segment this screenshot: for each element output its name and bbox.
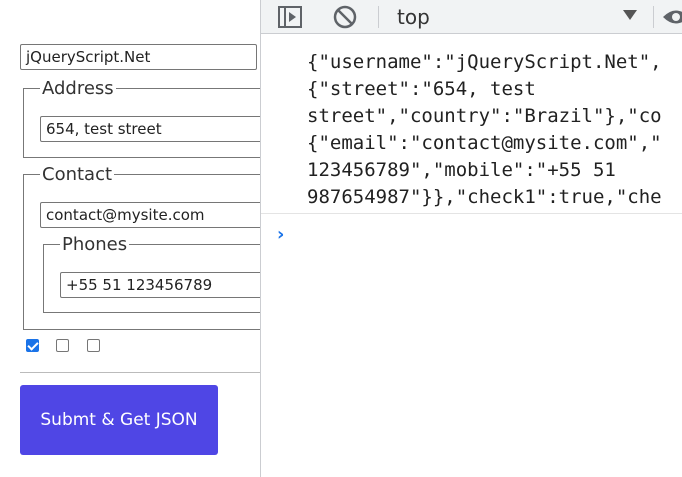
console-divider: [261, 213, 682, 214]
console-prompt-icon[interactable]: ›: [277, 224, 284, 245]
contact-legend: Contact: [40, 164, 115, 185]
console-line: street","country":"Brazil"},"co: [307, 105, 662, 127]
check2-checkbox[interactable]: [56, 339, 69, 352]
console-toolbar: top: [261, 0, 682, 34]
context-selector[interactable]: top: [397, 4, 430, 30]
submit-button[interactable]: Submt & Get JSON: [20, 385, 218, 455]
eye-icon[interactable]: [661, 8, 682, 26]
console-line: {"username":"jQueryScript.Net",: [307, 51, 662, 73]
divider: [20, 372, 260, 373]
check3-checkbox[interactable]: [87, 339, 100, 352]
devtools-panel: top {"username":"jQueryScript.Net", {"st…: [260, 0, 682, 477]
check1-checkbox[interactable]: [26, 339, 39, 352]
console-line: {"email":"contact@mysite.com",": [307, 132, 662, 154]
toolbar-separator: [378, 6, 379, 28]
street-input[interactable]: 654, test street: [40, 116, 265, 142]
phone-input[interactable]: +55 51 123456789: [60, 272, 265, 298]
chevron-down-icon[interactable]: [623, 10, 637, 20]
username-input[interactable]: jQueryScript.Net: [20, 44, 257, 70]
console-line: {"street":"654, test: [307, 78, 536, 100]
console-line: 987654987"}},"check1":true,"che: [307, 186, 662, 208]
form-page: jQueryScript.Net Address 654, test stree…: [0, 0, 265, 477]
sidebar-toggle-icon[interactable]: [277, 4, 303, 30]
console-output[interactable]: {"username":"jQueryScript.Net", {"street…: [261, 34, 682, 477]
phones-legend: Phones: [60, 234, 130, 255]
toolbar-separator: [653, 6, 654, 28]
clear-console-icon[interactable]: [332, 4, 358, 30]
console-log-message: {"username":"jQueryScript.Net", {"street…: [307, 49, 662, 211]
email-input[interactable]: contact@mysite.com: [40, 202, 265, 228]
address-legend: Address: [40, 78, 116, 99]
console-line: 123456789","mobile":"+55 51: [307, 159, 616, 181]
